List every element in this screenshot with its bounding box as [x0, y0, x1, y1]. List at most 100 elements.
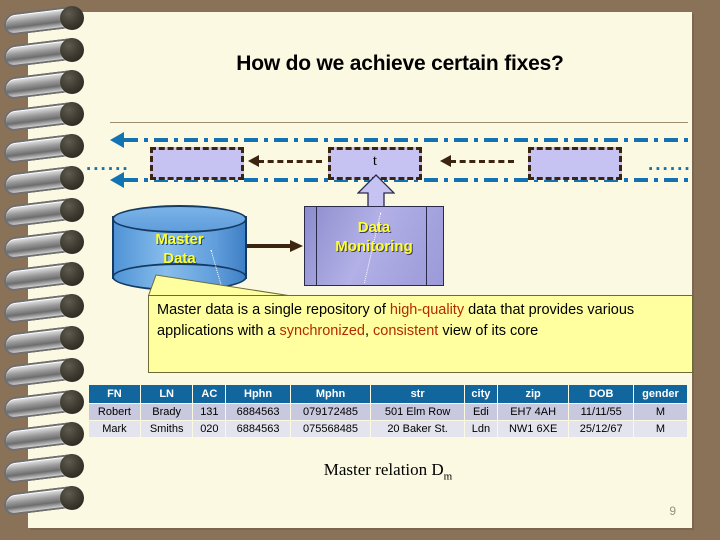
table-cell: M: [632, 420, 689, 438]
spiral-ring: [4, 485, 92, 517]
spiral-hole: [60, 38, 84, 62]
spiral-hole: [60, 230, 84, 254]
spiral-hole: [60, 422, 84, 446]
tuple-box-left: [150, 147, 244, 180]
table-cell: 131: [192, 403, 227, 421]
spiral-ring: [4, 133, 92, 165]
spiral-hole: [60, 326, 84, 350]
data-flow-up-arrow: [357, 174, 395, 208]
caption-text: Master relation D: [323, 460, 444, 479]
table-cell: 020: [192, 420, 227, 438]
spiral-ring: [4, 5, 92, 37]
table-header-cell: city: [463, 384, 498, 404]
table-cell: 075568485: [289, 420, 372, 438]
table-header-cell: AC: [192, 384, 227, 404]
master-to-monitoring-arrow: [247, 240, 305, 252]
callout-text: Master data is a single repository of hi…: [157, 300, 687, 341]
table-header-cell: str: [370, 384, 465, 404]
table-header-cell: Mphn: [289, 384, 372, 404]
spiral-ring: [4, 69, 92, 101]
arrow-head: [290, 240, 303, 252]
table-cell: EH7 4AH: [496, 403, 570, 421]
spiral-ring: [4, 229, 92, 261]
callout-highlight-consistent: consistent: [373, 322, 439, 339]
table-row: Mark Smiths 020 6884563 075568485 20 Bak…: [88, 420, 689, 438]
dashed-arrow-right: [450, 160, 514, 163]
table-cell: NW1 6XE: [496, 420, 570, 438]
table-cell: 20 Baker St.: [370, 420, 465, 438]
table-cell: M: [632, 403, 689, 421]
spiral-ring: [4, 325, 92, 357]
tuple-label-t: t: [372, 153, 378, 169]
cylinder-top: [112, 205, 247, 233]
spiral-binding: [0, 5, 96, 534]
callout-seg-4: view of its core: [438, 322, 539, 339]
dashed-arrow-left: [258, 160, 322, 163]
table-cell: Robert: [88, 403, 141, 421]
spiral-ring: [4, 293, 92, 325]
table-cell: 6884563: [225, 403, 291, 421]
top-flow-arrowhead: [110, 132, 124, 148]
callout-tail: [147, 273, 299, 298]
spiral-ring: [4, 37, 92, 69]
table-cell: 6884563: [225, 420, 291, 438]
cylinder-label-line1: Master: [155, 231, 204, 248]
table-caption: Master relation Dm: [88, 460, 688, 482]
left-ellipsis: ......: [86, 154, 130, 175]
master-relation-table: FN LN AC Hphn Mphn str city zip DOB gend…: [88, 384, 689, 438]
table-header-cell: Hphn: [225, 384, 291, 404]
spiral-hole: [60, 390, 84, 414]
table-cell: 11/11/55: [568, 403, 634, 421]
spiral-hole: [60, 294, 84, 318]
spiral-ring: [4, 357, 92, 389]
right-ellipsis: ......: [648, 154, 692, 175]
spiral-ring: [4, 101, 92, 133]
spiral-ring: [4, 165, 92, 197]
top-flow-line: [124, 138, 688, 142]
arrow-shaft: [247, 244, 291, 248]
table-cell: 501 Elm Row: [370, 403, 465, 421]
callout-seg-1: Master data is a single repository of: [157, 302, 390, 318]
table-cell: Edi: [463, 403, 498, 421]
callout-seg-3: ,: [364, 322, 374, 339]
table-header-cell: LN: [139, 384, 194, 404]
data-monitoring-box: Data Monitoring: [304, 206, 444, 286]
spiral-hole: [60, 454, 84, 478]
table-header-cell: FN: [88, 384, 141, 404]
table-row: Robert Brady 131 6884563 079172485 501 E…: [88, 403, 689, 421]
table-cell: 079172485: [289, 403, 372, 421]
spiral-hole: [60, 486, 84, 510]
page-number: 9: [669, 504, 676, 518]
spiral-hole: [60, 134, 84, 158]
spiral-ring: [4, 197, 92, 229]
table-cell: 25/12/67: [568, 420, 634, 438]
callout-highlight-synchronized: synchronized: [279, 322, 365, 339]
spiral-hole: [60, 262, 84, 286]
spiral-ring: [4, 453, 92, 485]
caption-subscript: m: [443, 470, 453, 483]
table-header-cell: DOB: [568, 384, 634, 404]
tuple-box-right: [528, 147, 622, 180]
spiral-hole: [60, 6, 84, 30]
spiral-hole: [60, 102, 84, 126]
spiral-hole: [60, 166, 84, 190]
table-header-row: FN LN AC Hphn Mphn str city zip DOB gend…: [88, 384, 689, 404]
callout-highlight-high-quality: high-quality: [389, 302, 465, 318]
spiral-hole: [60, 198, 84, 222]
table-header-cell: zip: [496, 384, 570, 404]
spiral-ring: [4, 389, 92, 421]
title-divider: [110, 122, 688, 123]
spiral-ring: [4, 421, 92, 453]
table-header-cell: gender: [632, 384, 689, 404]
definition-callout: Master data is a single repository of hi…: [147, 274, 693, 373]
table-cell: Mark: [88, 420, 141, 438]
cylinder-label: Master Data: [112, 231, 247, 269]
spiral-hole: [60, 70, 84, 94]
table-cell: Brady: [139, 403, 194, 421]
table-cell: Ldn: [463, 420, 498, 438]
page-title: How do we achieve certain fixes?: [236, 52, 564, 75]
spiral-hole: [60, 358, 84, 382]
spiral-ring: [4, 261, 92, 293]
table-cell: Smiths: [139, 420, 194, 438]
cylinder-label-line2: Data: [163, 249, 196, 267]
